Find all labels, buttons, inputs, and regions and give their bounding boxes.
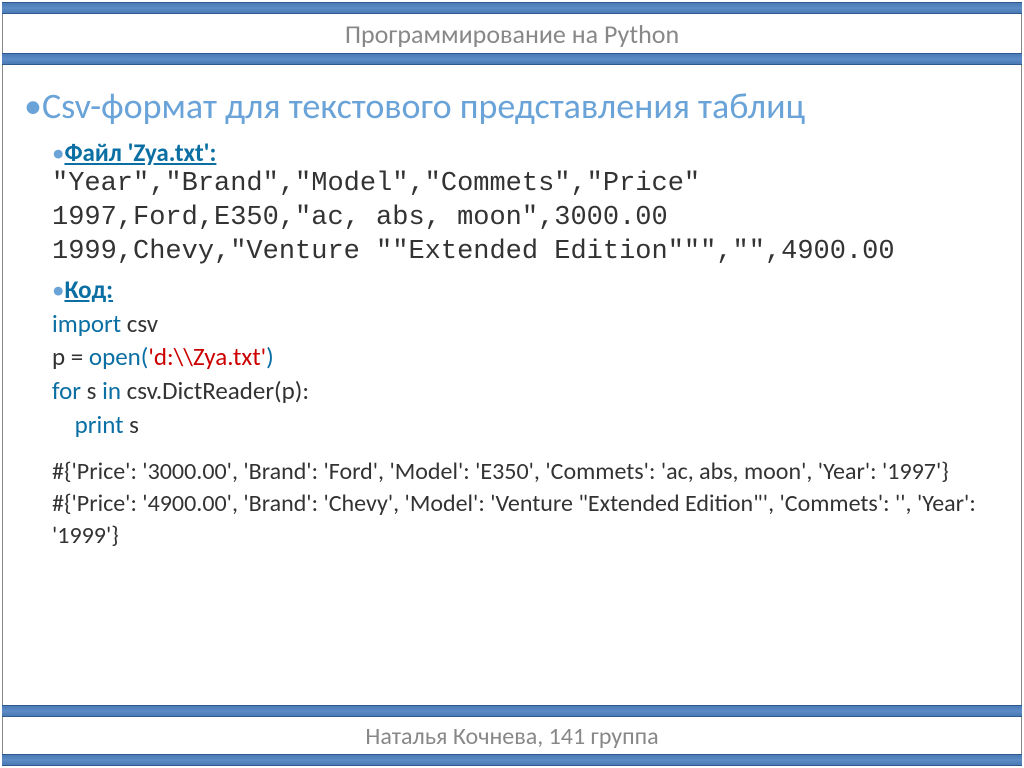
code-line-4: print s [52,408,1000,442]
main-title-text: Csv-формат для текстового представления … [42,84,805,128]
content-region: •Csv-формат для текстового представления… [2,72,1022,704]
header-area: Программирование на Python [2,14,1022,53]
file-label: Файл 'Zya.txt': [64,137,216,168]
keyword-in: in [102,375,121,406]
code-label-line: •Код: [52,274,1000,305]
code-line-2: p = open('d:\\Zya.txt') [52,340,1000,374]
header-title: Программирование на Python [2,18,1022,50]
string-path: 'd:\\Zya.txt' [148,341,266,372]
output-line-2: #{'Price': '4900.00', 'Brand': 'Chevy', … [52,488,1000,553]
code-line-3: for s in csv.DictReader(p): [52,374,1000,408]
keyword-import: import [52,308,121,339]
file-line-3: 1999,Chevy,"Venture ""Extended Edition""… [52,236,1000,270]
footer-region: Наталья Кочнева, 141 группа [2,705,1022,766]
print-arg: s [123,409,138,440]
loop-iter: csv.DictReader(p): [121,375,309,406]
top-divider-upper [2,2,1022,14]
sub-block: •Файл 'Zya.txt': "Year","Brand","Model",… [52,137,1000,552]
code-label: Код: [64,274,113,305]
footer-text: Наталья Кочнева, 141 группа [2,722,1022,751]
file-line-1: "Year","Brand","Model","Commets","Price" [52,168,1000,202]
keyword-print: print [75,409,124,440]
code-line-1: import csv [52,307,1000,341]
output-block: #{'Price': '3000.00', 'Brand': 'Ford', '… [52,456,1000,553]
code-block: import csv p = open('d:\\Zya.txt') for s… [52,307,1000,442]
var-assign: p = [52,341,89,372]
bottom-divider-upper [2,705,1022,717]
main-title: •Csv-формат для текстового представления… [24,86,1000,127]
indent [52,409,75,440]
top-divider-lower [2,53,1022,65]
func-open: open( [89,341,148,372]
loop-var: s [81,375,102,406]
bottom-divider-lower [2,754,1022,766]
output-line-1: #{'Price': '3000.00', 'Brand': 'Ford', '… [52,456,1000,488]
file-label-line: •Файл 'Zya.txt': [52,137,1000,168]
bullet-icon: • [52,137,64,168]
file-line-2: 1997,Ford,E350,"ac, abs, moon",3000.00 [52,202,1000,236]
header-region: Программирование на Python [2,2,1022,65]
keyword-for: for [52,375,81,406]
content: •Csv-формат для текстового представления… [2,72,1022,704]
bullet-icon: • [52,274,64,305]
footer-area: Наталья Кочнева, 141 группа [2,717,1022,754]
close-paren: ) [266,341,274,372]
module-name: csv [121,308,158,339]
bullet-icon: • [24,84,42,128]
